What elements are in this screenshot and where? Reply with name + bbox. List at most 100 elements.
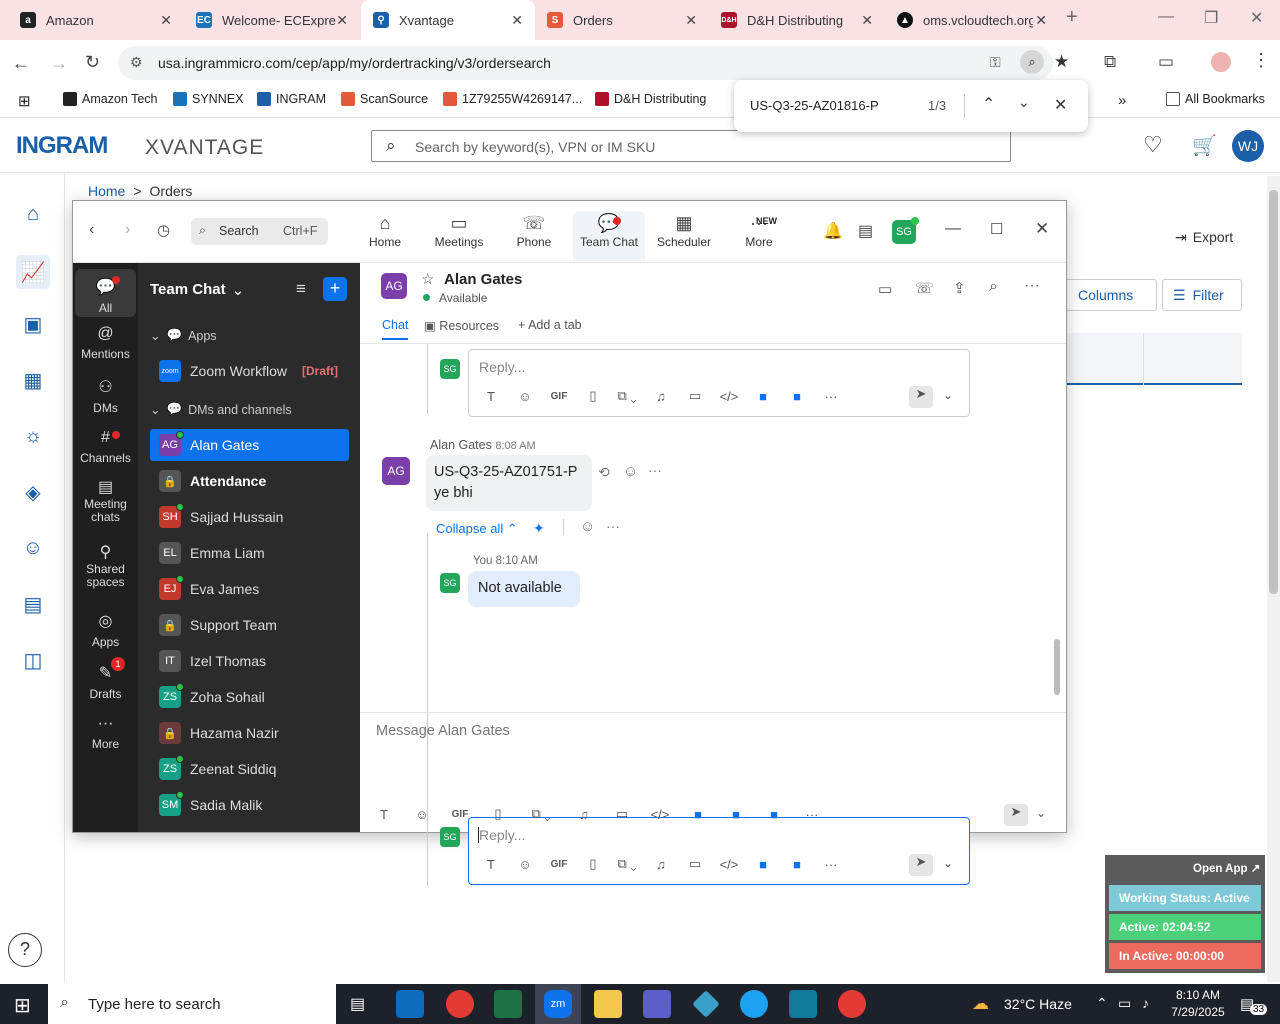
apps-section-header[interactable]: ⌄ 💬 Apps (150, 328, 217, 343)
share-screen-icon[interactable]: ⇪ (953, 279, 966, 297)
app-icon[interactable]: ■ (746, 857, 780, 872)
close-icon[interactable]: ✕ (511, 12, 523, 29)
gif-button[interactable]: GIF (542, 859, 576, 870)
site-info-icon[interactable]: ⚙ (130, 54, 143, 71)
sidebar-item-zoom-workflow[interactable]: zoom Zoom Workflow [Draft] (150, 355, 349, 387)
tab-vcloud[interactable]: ▲ oms.vcloudtech.org ✕ (885, 0, 1059, 40)
close-icon[interactable]: ✕ (1035, 12, 1047, 29)
tab-home[interactable]: ⌂ Home (349, 211, 421, 261)
bookmark-synnex[interactable]: SYNNEX (173, 92, 243, 106)
network-icon[interactable]: ▭ (1118, 995, 1131, 1012)
app-icon[interactable]: ■ (746, 389, 780, 404)
forward-icon[interactable]: → (50, 53, 68, 74)
zoom-search[interactable]: ⌕ Search Ctrl+F (191, 218, 328, 245)
active-reply-box[interactable]: Reply... T ☺ GIF ▯ ⧉ ⌄ ♫ ▭ </> ■ ■ ··· ➤ ⌄ (468, 817, 970, 885)
phone-icon[interactable]: ☏ (915, 279, 934, 297)
extensions-icon[interactable]: ⧉ (1104, 52, 1116, 72)
video-icon[interactable]: ▭ (603, 806, 641, 822)
chrome-icon[interactable] (838, 990, 866, 1018)
zoom-icon[interactable]: zm (544, 990, 572, 1018)
rail-dms[interactable]: ⚇ DMs (75, 377, 136, 415)
tray-chevron-icon[interactable]: ⌃ (1096, 995, 1108, 1012)
find-close-icon[interactable]: ✕ (1054, 95, 1067, 115)
bookmark-ingram[interactable]: INGRAM (257, 92, 326, 106)
tab-ecexpress[interactable]: EC Welcome- ECExpre ✕ (184, 0, 360, 40)
contact-name[interactable]: Alan Gates (444, 271, 522, 288)
reply-bubble[interactable]: Not available (468, 571, 580, 607)
calendar-icon[interactable]: ▤ (858, 221, 873, 241)
file-icon[interactable]: ▯ (576, 856, 610, 872)
reply-icon[interactable]: ⟲ (598, 464, 610, 481)
sidebar-item-contact[interactable]: SM Sadia Malik (150, 789, 349, 821)
compose-input[interactable]: Message Alan Gates (376, 723, 510, 739)
rail-all[interactable]: 💬 All (75, 269, 136, 317)
url-field[interactable]: ⚙ usa.ingrammicro.com/cep/app/my/ordertr… (118, 46, 1069, 80)
find-input[interactable]: US-Q3-25-AZ01816-P (750, 98, 879, 113)
box-icon[interactable]: ▣ (20, 311, 46, 337)
home-icon[interactable]: ⌂ (20, 201, 46, 227)
new-tab-icon[interactable]: + (1066, 6, 1078, 29)
send-icon[interactable]: ➤ (909, 386, 933, 408)
tab-orders[interactable]: S Orders ✕ (535, 0, 709, 40)
window-close-icon[interactable]: ✕ (1250, 8, 1263, 28)
mic-icon[interactable]: ♫ (644, 857, 678, 872)
screenshot-icon[interactable]: ⧉ ⌄ (610, 388, 644, 404)
app2-icon[interactable]: ■ (780, 857, 814, 872)
calendar-icon[interactable]: ▤ (20, 591, 46, 617)
sidebar-item-contact[interactable]: 🔒 Support Team (150, 609, 349, 641)
dms-section-header[interactable]: ⌄ 💬 DMs and channels (150, 402, 292, 417)
code-icon[interactable]: </> (712, 389, 746, 404)
rail-drafts[interactable]: ✎ Drafts 1 (75, 657, 136, 701)
tab-amazon[interactable]: a Amazon ✕ (8, 0, 184, 40)
task-view-icon[interactable]: ▤ (350, 994, 365, 1014)
close-icon[interactable]: ✕ (861, 12, 873, 29)
mic-icon[interactable]: ♫ (565, 807, 603, 822)
lightbulb-icon[interactable]: ☼ (20, 423, 46, 449)
app2-icon[interactable] (789, 990, 817, 1018)
more-icon[interactable]: ··· (793, 807, 831, 822)
columns-button[interactable]: Columns (1063, 279, 1157, 311)
filter-icon[interactable]: ≡ (296, 279, 306, 299)
tab-scheduler[interactable]: ▦ Scheduler (648, 211, 720, 261)
emoji-icon[interactable]: ☺ (580, 518, 595, 535)
screenshot-icon[interactable]: ⧉ ⌄ (517, 806, 565, 822)
chrome-icon[interactable] (446, 990, 474, 1018)
chevron-down-icon[interactable]: ⌄ (1018, 94, 1030, 111)
message-bubble[interactable]: US-Q3-25-AZ01751-P ye bhi (426, 455, 592, 511)
rail-more[interactable]: ··· More (75, 715, 136, 751)
analytics-icon[interactable]: 📈 (16, 255, 50, 289)
rail-mentions[interactable]: @ Mentions (75, 325, 136, 361)
open-app-link[interactable]: Open App ↗ (1193, 861, 1260, 875)
file-explorer-icon[interactable] (594, 990, 622, 1018)
tab-resources[interactable]: ▣ Resources (424, 318, 499, 333)
send-icon[interactable]: ➤ (909, 854, 933, 876)
profile-avatar[interactable] (1211, 52, 1231, 72)
support-icon[interactable]: ☺ (20, 535, 46, 561)
more-icon[interactable]: ··· (1024, 277, 1040, 295)
outlook-icon[interactable] (396, 990, 424, 1018)
back-icon[interactable]: ← (12, 53, 30, 74)
close-icon[interactable]: ✕ (685, 12, 697, 29)
tab-dh[interactable]: D&H D&H Distributing ✕ (709, 0, 885, 40)
filter-button[interactable]: ☰ Filter (1162, 279, 1242, 311)
tab-xvantage[interactable]: ⚲ Xvantage ✕ (361, 0, 535, 40)
more-bookmarks-icon[interactable]: » (1118, 92, 1126, 109)
sidebar-item-contact[interactable]: 🔒 Hazama Nazir (150, 717, 349, 749)
app2-icon[interactable]: ■ (717, 807, 755, 822)
emoji-icon[interactable]: ☺ (508, 389, 542, 404)
more-icon[interactable]: ··· (606, 518, 620, 534)
heart-icon[interactable]: ♡ (1143, 132, 1163, 158)
mic-icon[interactable]: ♫ (644, 389, 678, 404)
user-avatar[interactable]: WJ (1232, 130, 1264, 162)
volume-icon[interactable]: ♪ (1142, 995, 1149, 1011)
chevron-down-icon[interactable]: ⌄ (1036, 806, 1046, 820)
new-chat-button[interactable]: + (323, 277, 347, 301)
reload-icon[interactable]: ↻ (85, 52, 100, 73)
emoji-icon[interactable]: ☺ (508, 857, 542, 872)
sidebar-item-contact[interactable]: EL Emma Liam (150, 537, 349, 569)
chevron-down-icon[interactable]: ⌄ (943, 856, 953, 870)
maximize-icon[interactable]: ☐ (990, 220, 1003, 238)
sidebar-item-contact[interactable]: IT Izel Thomas (150, 645, 349, 677)
file-icon[interactable]: ▯ (576, 388, 610, 404)
gif-button[interactable]: GIF (542, 391, 576, 402)
